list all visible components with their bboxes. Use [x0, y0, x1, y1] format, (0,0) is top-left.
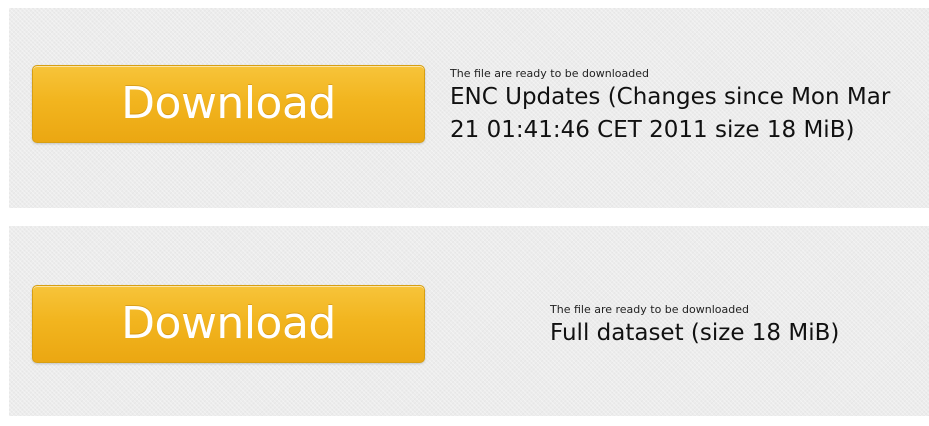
download-panel-enc-updates: Download The file are ready to be downlo… — [9, 8, 929, 208]
download-full-dataset-button[interactable]: Download — [32, 285, 425, 363]
download-enc-updates-button[interactable]: Download — [32, 65, 425, 143]
file-ready-caption: The file are ready to be downloaded — [550, 303, 749, 316]
download-button-label: Download — [121, 297, 336, 349]
file-info: The file are ready to be downloaded ENC … — [450, 67, 920, 147]
download-button-label: Download — [121, 77, 336, 129]
file-title: Full dataset (size 18 MiB) — [550, 320, 840, 346]
download-panel-full-dataset: Download The file are ready to be downlo… — [9, 226, 929, 416]
file-info: The file are ready to be downloaded Full… — [550, 303, 920, 350]
file-title: ENC Updates (Changes since Mon Mar 21 01… — [450, 84, 891, 143]
file-ready-caption: The file are ready to be downloaded — [450, 67, 649, 80]
